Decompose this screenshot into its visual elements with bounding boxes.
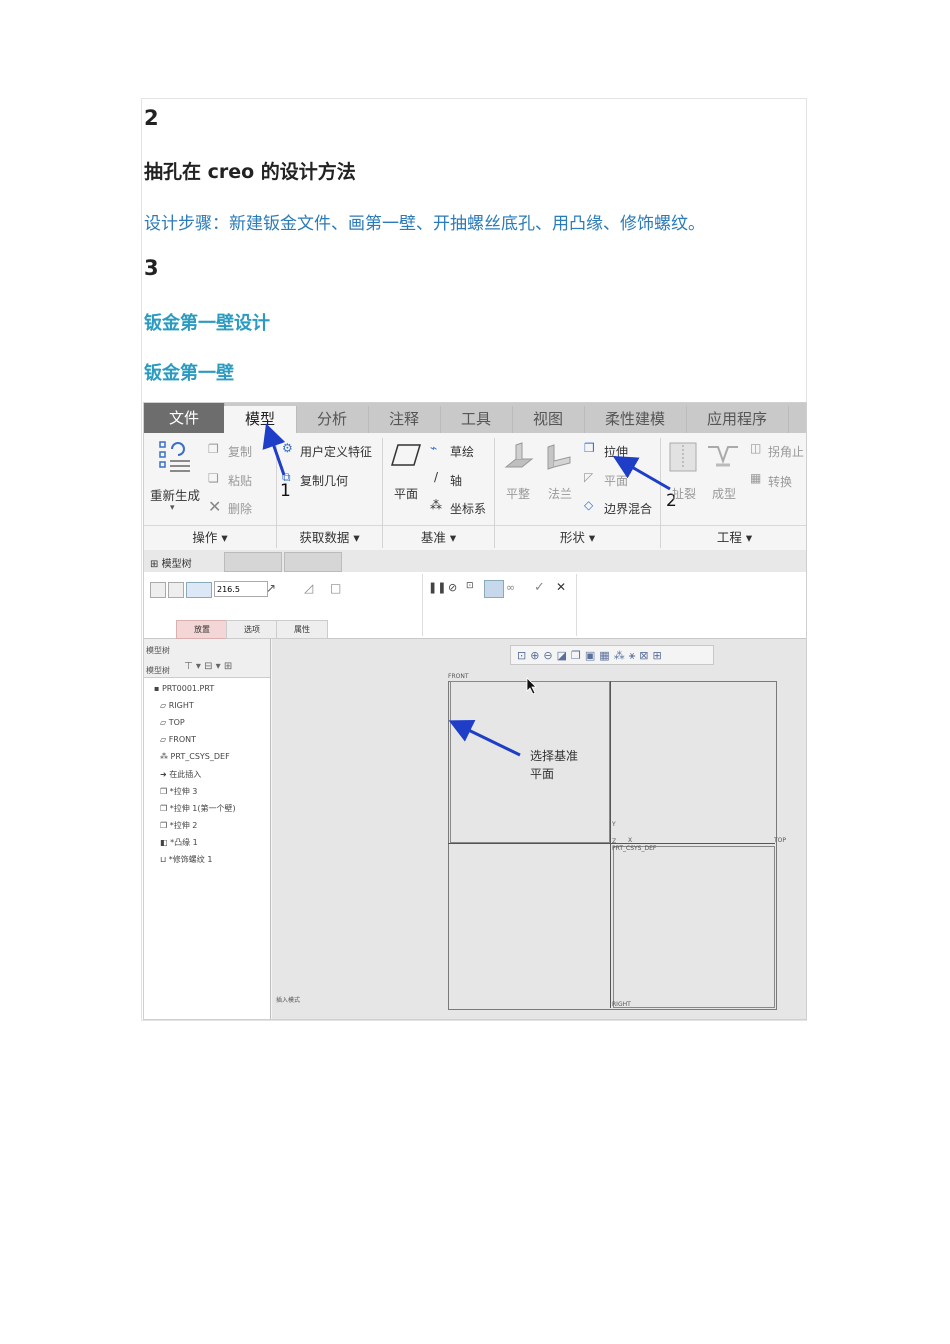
section-title-3: 钣金第一壁设计 xyxy=(144,313,270,334)
creo-screenshot: 文件 模型 分析 注释 工具 视图 柔性建模 应用程序 重新生成 ▾ ❐ 复制 … xyxy=(143,402,807,1020)
section-number-3: 3 xyxy=(144,256,159,280)
annotation-arrows xyxy=(262,423,671,757)
arrow-to-extrude xyxy=(612,456,671,491)
arrow-to-front-plane xyxy=(448,720,521,757)
section-number-2: 2 xyxy=(144,106,159,130)
sub-title: 钣金第一壁 xyxy=(144,363,234,384)
arrow-to-model-tab xyxy=(262,423,286,476)
design-steps-text: 设计步骤：新建钣金文件、画第一壁、开抽螺丝底孔、用凸缘、修饰螺纹。 xyxy=(144,214,705,234)
section-title-2: 抽孔在 creo 的设计方法 xyxy=(144,161,356,183)
